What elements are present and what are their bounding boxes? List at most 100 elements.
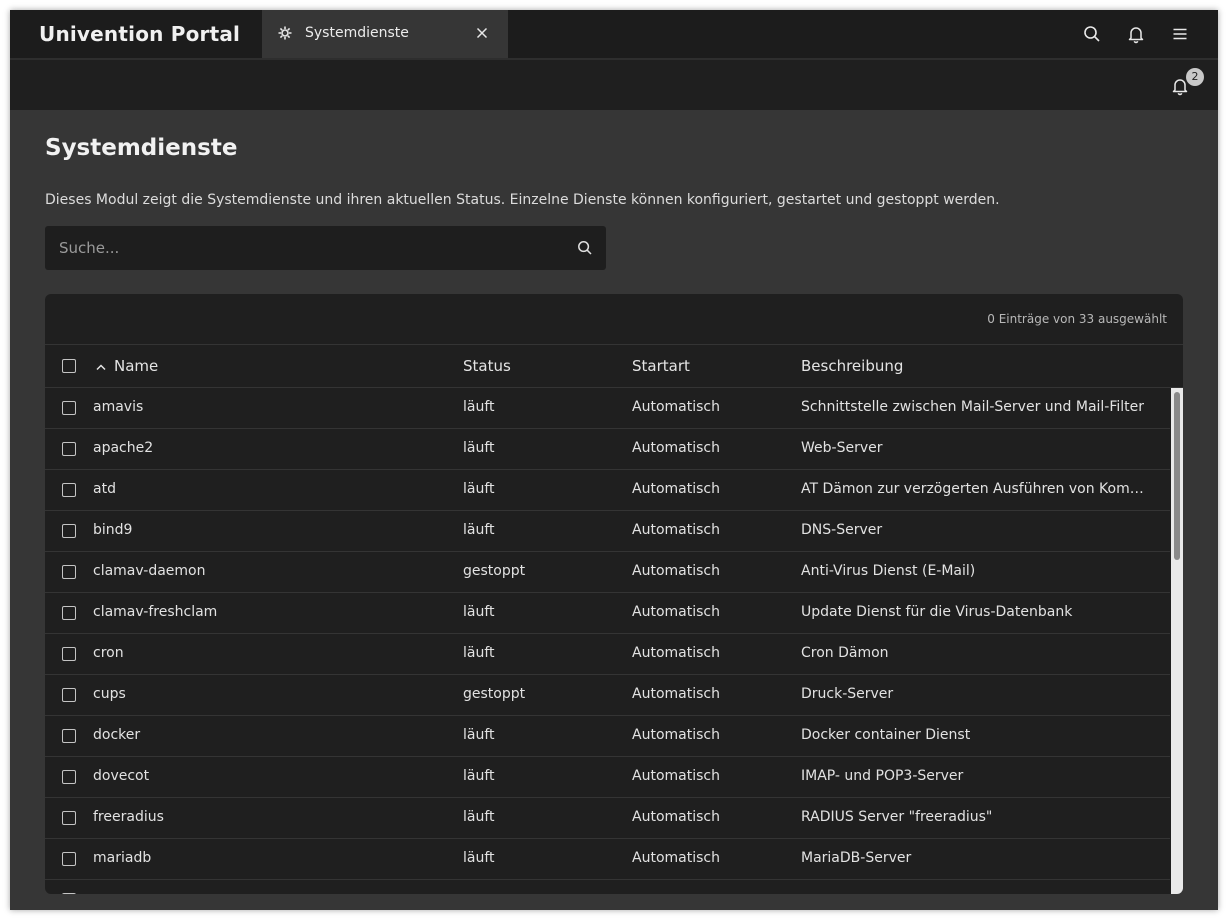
- module-toolbar: 2: [10, 58, 1218, 110]
- table-row[interactable]: clamav-freshclam läuft Automatisch Updat…: [45, 593, 1170, 634]
- row-checkbox[interactable]: [62, 893, 76, 894]
- search-box: [45, 226, 606, 270]
- row-checkbox[interactable]: [62, 811, 76, 825]
- column-header-status[interactable]: Status: [463, 357, 511, 375]
- cell-name: docker: [93, 727, 141, 743]
- bell-icon[interactable]: [1126, 24, 1146, 44]
- row-checkbox[interactable]: [62, 852, 76, 866]
- cell-name: apache2: [93, 440, 154, 456]
- row-checkbox[interactable]: [62, 729, 76, 743]
- cell-beschreibung: Anti-Virus Dienst (E-Mail): [801, 563, 976, 579]
- cell-beschreibung: Web-Server: [801, 440, 883, 456]
- row-checkbox[interactable]: [62, 770, 76, 784]
- cell-startart: Automatisch: [632, 768, 720, 784]
- cell-status: läuft: [463, 399, 495, 415]
- cell-startart: Automatisch: [632, 645, 720, 661]
- cell-beschreibung: IMAP- und POP3-Server: [801, 768, 964, 784]
- table-row[interactable]: docker läuft Automatisch Docker containe…: [45, 716, 1170, 757]
- cell-beschreibung: AT Dämon zur verzögerten Ausführen von K…: [801, 481, 1151, 497]
- page-title: Systemdienste: [45, 135, 238, 161]
- table-row[interactable]: cups gestoppt Automatisch Druck-Server: [45, 675, 1170, 716]
- cell-status: läuft: [463, 522, 495, 538]
- row-checkbox[interactable]: [62, 688, 76, 702]
- cell-status: gestoppt: [463, 686, 526, 702]
- table-row[interactable]: freeradius läuft Automatisch RADIUS Serv…: [45, 798, 1170, 839]
- cell-status: läuft: [463, 809, 495, 825]
- page-description: Dieses Modul zeigt die Systemdienste und…: [45, 192, 1000, 208]
- table-row[interactable]: dovecot läuft Automatisch IMAP- und POP3…: [45, 757, 1170, 798]
- scrollbar-thumb[interactable]: [1174, 392, 1180, 560]
- cell-startart: Automatisch: [632, 440, 720, 456]
- cell-beschreibung: Druck-Server: [801, 686, 894, 702]
- table-row[interactable]: apache2 läuft Automatisch Web-Server: [45, 429, 1170, 470]
- cell-status: läuft: [463, 850, 495, 866]
- tab-label: Systemdienste: [305, 25, 409, 41]
- cell-startart: Automatisch: [632, 399, 720, 415]
- table-row[interactable]: bind9 läuft Automatisch DNS-Server: [45, 511, 1170, 552]
- top-bar: Univention Portal Systemdienste: [10, 10, 1218, 58]
- search-input[interactable]: [45, 226, 565, 270]
- cell-name: mariadb: [93, 850, 152, 866]
- row-checkbox[interactable]: [62, 483, 76, 497]
- notification-count-badge: 2: [1186, 68, 1204, 86]
- cell-name: amavis: [93, 399, 144, 415]
- cell-beschreibung: Schnittstelle zwischen Mail-Server und M…: [801, 399, 1145, 415]
- search-icon[interactable]: [576, 239, 594, 257]
- select-all-checkbox[interactable]: [62, 359, 76, 373]
- cell-beschreibung: Update Dienst für die Virus-Datenbank: [801, 604, 1073, 620]
- row-checkbox[interactable]: [62, 647, 76, 661]
- close-icon[interactable]: [474, 25, 490, 41]
- table-row[interactable]: cron läuft Automatisch Cron Dämon: [45, 634, 1170, 675]
- row-checkbox[interactable]: [62, 606, 76, 620]
- cell-beschreibung: MariaDB-Server: [801, 850, 912, 866]
- table-row[interactable]: amavis läuft Automatisch Schnittstelle z…: [45, 388, 1170, 429]
- row-checkbox[interactable]: [62, 565, 76, 579]
- settings-gear-icon: [278, 26, 292, 40]
- table-row[interactable]: [45, 880, 1170, 894]
- cell-name: cups: [93, 686, 126, 702]
- cell-status: läuft: [463, 768, 495, 784]
- cell-name: freeradius: [93, 809, 164, 825]
- vertical-scrollbar[interactable]: [1171, 388, 1183, 894]
- cell-status: läuft: [463, 604, 495, 620]
- services-grid: 0 Einträge von 33 ausgewählt Name Status…: [45, 294, 1183, 894]
- column-header-name[interactable]: Name: [114, 357, 158, 375]
- search-icon[interactable]: [1082, 24, 1102, 44]
- cell-status: läuft: [463, 727, 495, 743]
- row-checkbox[interactable]: [62, 442, 76, 456]
- app-window: Univention Portal Systemdienste 2 System…: [10, 10, 1218, 910]
- cell-beschreibung: Cron Dämon: [801, 645, 889, 661]
- cell-status: läuft: [463, 440, 495, 456]
- cell-name: clamav-daemon: [93, 563, 206, 579]
- cell-name: cron: [93, 645, 124, 661]
- table-row[interactable]: clamav-daemon gestoppt Automatisch Anti-…: [45, 552, 1170, 593]
- cell-beschreibung: DNS-Server: [801, 522, 883, 538]
- cell-startart: Automatisch: [632, 481, 720, 497]
- table-body: amavis läuft Automatisch Schnittstelle z…: [45, 388, 1170, 894]
- cell-status: gestoppt: [463, 563, 526, 579]
- row-checkbox[interactable]: [62, 401, 76, 415]
- column-header-startart[interactable]: Startart: [632, 357, 690, 375]
- cell-startart: Automatisch: [632, 809, 720, 825]
- cell-beschreibung: Docker container Dienst: [801, 727, 971, 743]
- cell-status: läuft: [463, 645, 495, 661]
- cell-name: clamav-freshclam: [93, 604, 218, 620]
- tab-systemdienste[interactable]: Systemdienste: [262, 10, 508, 58]
- cell-startart: Automatisch: [632, 563, 720, 579]
- selection-status: 0 Einträge von 33 ausgewählt: [987, 312, 1167, 326]
- menu-icon[interactable]: [1170, 24, 1190, 44]
- column-header-beschreibung[interactable]: Beschreibung: [801, 357, 903, 375]
- cell-startart: Automatisch: [632, 604, 720, 620]
- cell-startart: Automatisch: [632, 727, 720, 743]
- table-row[interactable]: atd läuft Automatisch AT Dämon zur verzö…: [45, 470, 1170, 511]
- cell-name: bind9: [93, 522, 133, 538]
- cell-status: läuft: [463, 481, 495, 497]
- portal-title[interactable]: Univention Portal: [39, 22, 240, 46]
- row-checkbox[interactable]: [62, 524, 76, 538]
- cell-startart: Automatisch: [632, 686, 720, 702]
- table-header: Name Status Startart Beschreibung: [45, 345, 1183, 387]
- cell-startart: Automatisch: [632, 850, 720, 866]
- cell-name: atd: [93, 481, 116, 497]
- table-row[interactable]: mariadb läuft Automatisch MariaDB-Server: [45, 839, 1170, 880]
- sort-ascending-icon[interactable]: [95, 362, 107, 372]
